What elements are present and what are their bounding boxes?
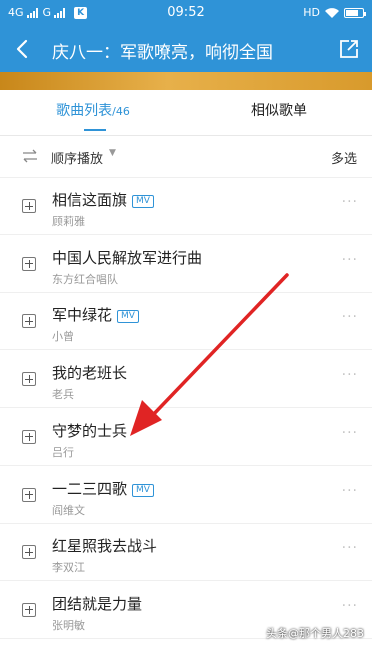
add-icon[interactable] (22, 256, 36, 271)
more-options-icon[interactable]: ··· (342, 252, 358, 268)
tab-bar: 歌曲列表/46 相似歌单 (0, 90, 372, 136)
song-title: 一二三四歌 MV (52, 478, 154, 499)
song-title-text: 红星照我去战斗 (52, 537, 158, 556)
song-title: 军中绿花 MV (52, 304, 139, 325)
mv-badge[interactable]: MV (132, 483, 154, 497)
more-options-icon[interactable]: ··· (342, 367, 358, 383)
song-artist: 东方红合唱队 (52, 272, 118, 286)
add-icon[interactable] (22, 429, 36, 444)
status-bar: 4G G K 09:52 HD (0, 0, 372, 26)
more-options-icon[interactable]: ··· (342, 598, 358, 614)
song-artist: 阎维文 (52, 503, 85, 517)
more-options-icon[interactable]: ··· (342, 483, 358, 499)
more-options-icon[interactable]: ··· (342, 425, 358, 441)
battery-icon (344, 7, 366, 18)
song-title: 我的老班长 (52, 362, 127, 383)
chevron-down-icon[interactable]: ▼ (109, 148, 116, 158)
tab-similar-label: 相似歌单 (251, 103, 307, 119)
page-title: 庆八一：军歌嘹亮，响彻全国 (52, 43, 273, 63)
song-artist: 老兵 (52, 388, 74, 402)
song-title-text: 相信这面旗 (52, 191, 128, 209)
song-row[interactable]: 相信这面旗 MV 顾莉雅 ··· (0, 178, 372, 235)
hd-label: HD (303, 6, 320, 19)
add-icon[interactable] (22, 372, 36, 387)
song-row[interactable]: 中国人民解放军进行曲东方红合唱队 ··· (0, 236, 372, 293)
add-icon[interactable] (22, 602, 36, 617)
more-options-icon[interactable]: ··· (342, 194, 358, 210)
song-row[interactable]: 红星照我去战斗李双江 ··· (0, 524, 372, 582)
tab-songs-label: 歌曲列表 (56, 103, 113, 119)
song-row[interactable]: 军中绿花 MV 小曾 ··· (0, 293, 372, 351)
share-icon[interactable] (338, 38, 360, 60)
song-title: 中国人民解放军进行曲 (52, 247, 202, 268)
watermark: 头条@那个男人283 (266, 627, 364, 640)
song-title: 红星照我去战斗 (52, 535, 157, 556)
song-row[interactable]: 守梦的士兵吕行 ··· (0, 409, 372, 466)
multi-select-button[interactable]: 多选 (331, 148, 357, 167)
add-icon[interactable] (22, 314, 36, 329)
sequential-play-icon[interactable] (22, 149, 38, 163)
song-artist: 张明敏 (52, 618, 85, 632)
song-title-text: 我的老班长 (52, 364, 128, 383)
song-row[interactable]: 一二三四歌 MV 阎维文 ··· (0, 467, 372, 524)
song-title-text: 军中绿花 (52, 306, 113, 325)
mv-badge[interactable]: MV (132, 195, 154, 208)
tab-active-indicator (84, 129, 106, 131)
song-artist: 小曾 (52, 330, 74, 344)
song-row[interactable]: 我的老班长老兵 ··· (0, 351, 372, 409)
add-icon[interactable] (22, 487, 36, 502)
song-artist: 吕行 (52, 445, 74, 459)
song-title: 守梦的士兵 (52, 420, 127, 441)
song-title: 团结就是力量 (52, 593, 142, 614)
song-title-text: 一二三四歌 (52, 479, 128, 498)
song-artist: 李双江 (52, 561, 85, 575)
back-icon[interactable] (12, 38, 34, 60)
more-options-icon[interactable]: ··· (342, 540, 358, 556)
more-options-icon[interactable]: ··· (342, 309, 358, 325)
tab-songs-count: /46 (112, 105, 130, 118)
tab-similar[interactable]: 相似歌单 (186, 90, 372, 136)
add-icon[interactable] (22, 199, 36, 213)
song-title-text: 团结就是力量 (52, 594, 143, 613)
song-title-text: 中国人民解放军进行曲 (52, 248, 203, 267)
mv-badge[interactable]: MV (117, 310, 139, 324)
status-right: HD (303, 6, 366, 19)
wifi-icon (325, 7, 339, 18)
song-title: 相信这面旗 MV (52, 189, 154, 210)
title-bar: 庆八一：军歌嘹亮，响彻全国 (0, 26, 372, 72)
play-order-button[interactable]: 顺序播放 (51, 148, 103, 167)
song-title-text: 守梦的士兵 (52, 421, 128, 440)
list-toolbar: 顺序播放 ▼ 多选 (0, 136, 372, 178)
add-icon[interactable] (22, 545, 36, 560)
playlist-banner (0, 72, 372, 90)
song-artist: 顾莉雅 (52, 215, 85, 228)
